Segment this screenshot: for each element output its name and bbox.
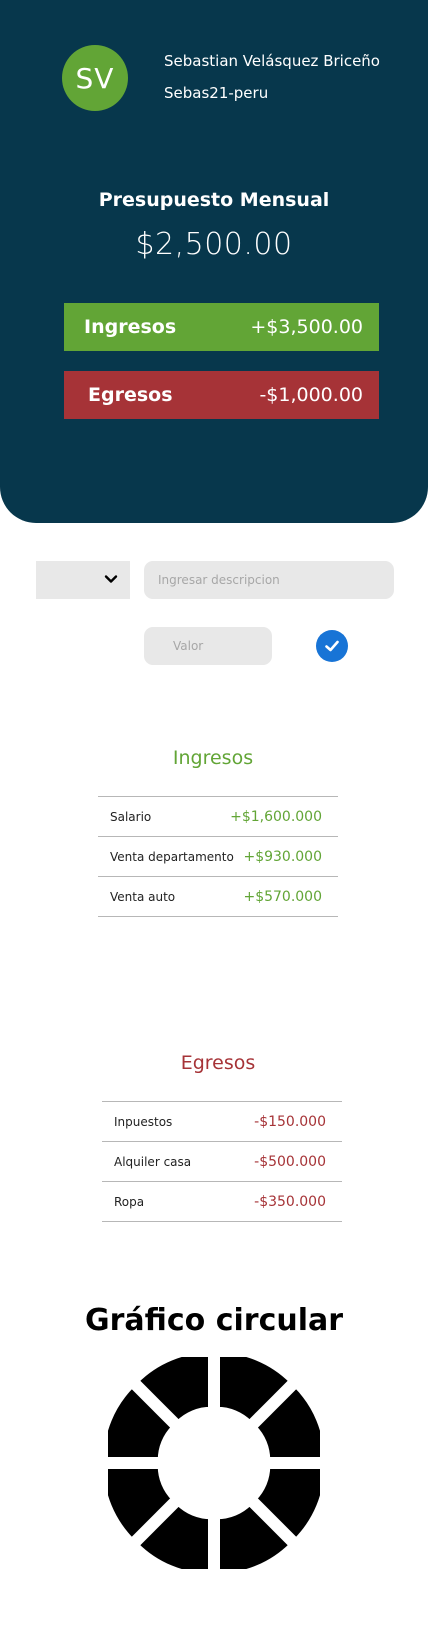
row-amount: +$1,600.000 <box>230 808 322 825</box>
checkmark-icon <box>325 640 339 652</box>
description-input[interactable]: Ingresar descripcion <box>144 561 394 599</box>
expense-section-title: Egresos <box>180 1052 256 1074</box>
row-amount: -$500.000 <box>254 1153 326 1170</box>
row-amount: +$930.000 <box>243 848 322 865</box>
budget-header: SV Sebastian Velásquez Briceño Sebas21-p… <box>0 0 428 523</box>
row-description: Ropa <box>114 1194 145 1209</box>
row-description: Venta departamento <box>110 849 234 864</box>
row-amount: -$150.000 <box>254 1113 326 1130</box>
income-summary-label: Ingresos <box>84 316 177 338</box>
avatar: SV <box>62 45 128 111</box>
expense-table: Inpuestos -$150.000 Alquiler casa -$500.… <box>102 1101 342 1222</box>
row-description: Alquiler casa <box>114 1154 192 1169</box>
row-amount: -$350.000 <box>254 1193 326 1210</box>
value-input[interactable]: Valor <box>144 627 272 665</box>
expense-summary-value: -$1,000.00 <box>259 384 363 406</box>
value-placeholder: Valor <box>173 639 204 653</box>
budget-title: Presupuesto Mensual <box>98 189 330 211</box>
table-row: Venta auto +$570.000 <box>98 877 338 917</box>
expense-summary-bar: Egresos -$1,000.00 <box>64 371 379 419</box>
type-select[interactable] <box>36 561 130 599</box>
income-summary-bar: Ingresos +$3,500.00 <box>64 303 379 351</box>
row-description: Inpuestos <box>114 1114 173 1129</box>
table-row: Inpuestos -$150.000 <box>102 1102 342 1142</box>
row-description: Salario <box>110 809 152 824</box>
table-row: Ropa -$350.000 <box>102 1182 342 1222</box>
expense-summary-label: Egresos <box>88 384 173 406</box>
user-name: Sebastian Velásquez Briceño <box>164 52 380 70</box>
table-row: Alquiler casa -$500.000 <box>102 1142 342 1182</box>
user-handle: Sebas21-peru <box>164 84 269 102</box>
budget-amount: $2,500.00 <box>135 227 293 262</box>
chart-title: Gráfico circular <box>84 1303 344 1338</box>
income-section-title: Ingresos <box>172 747 254 769</box>
row-description: Venta auto <box>110 889 176 904</box>
confirm-button[interactable] <box>316 630 348 662</box>
circular-chart <box>108 1357 320 1569</box>
income-summary-value: +$3,500.00 <box>250 316 363 338</box>
row-amount: +$570.000 <box>243 888 322 905</box>
chevron-down-icon <box>104 575 118 583</box>
table-row: Salario +$1,600.000 <box>98 797 338 837</box>
table-row: Venta departamento +$930.000 <box>98 837 338 877</box>
income-table: Salario +$1,600.000 Venta departamento +… <box>98 796 338 917</box>
description-placeholder: Ingresar descripcion <box>158 573 280 587</box>
